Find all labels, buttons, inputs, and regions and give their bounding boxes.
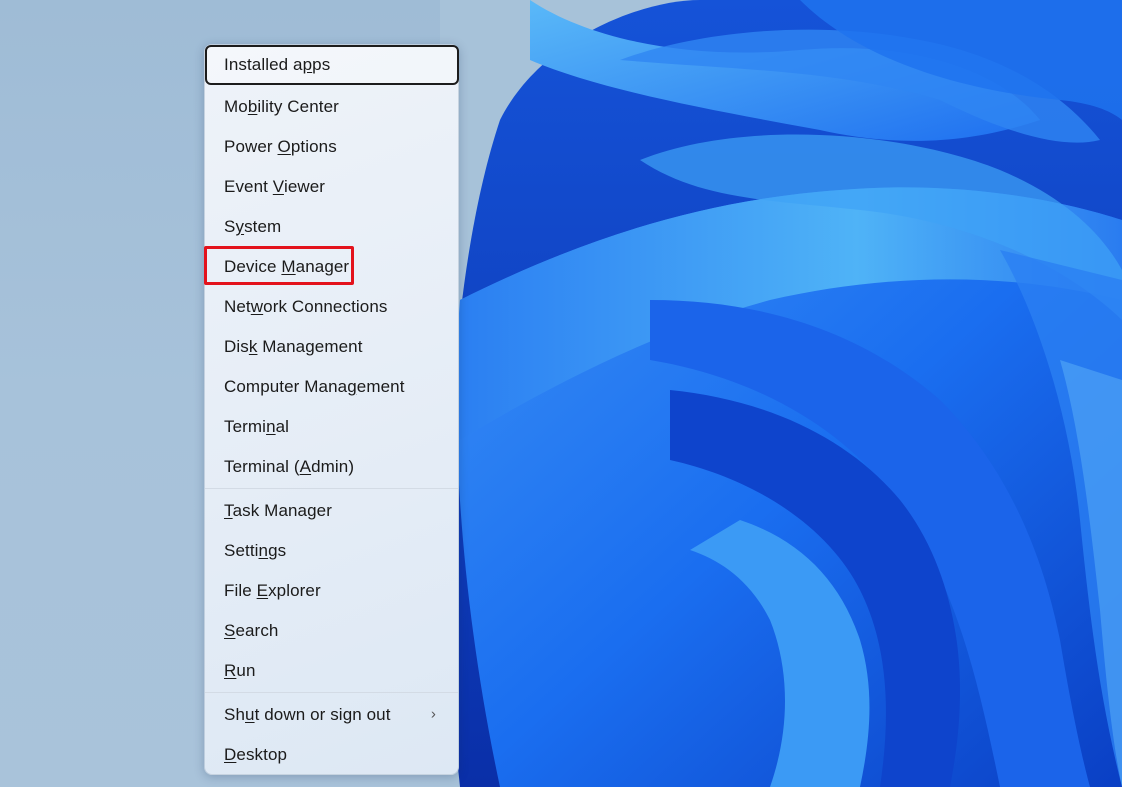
menu-item-label: Shut down or sign out	[224, 705, 391, 724]
menu-item-computer-management[interactable]: Computer Management	[209, 369, 454, 405]
access-key: V	[272, 177, 284, 196]
menu-item-event-viewer[interactable]: Event Viewer	[209, 169, 454, 205]
menu-item-device-manager[interactable]: Device Manager	[209, 249, 454, 285]
access-key: y	[235, 217, 245, 236]
menu-item-run[interactable]: Run	[209, 653, 454, 689]
chevron-right-icon: ›	[430, 705, 436, 723]
menu-item-power-options[interactable]: Power Options	[209, 129, 454, 165]
menu-item-search[interactable]: Search	[209, 613, 454, 649]
menu-item-label: Run	[224, 661, 256, 680]
menu-item-task-manager[interactable]: Task Manager	[209, 493, 454, 529]
access-key: D	[224, 745, 237, 764]
menu-item-label: Settings	[224, 541, 287, 560]
menu-item-label: File Explorer	[224, 581, 321, 600]
menu-item-label: Computer Management	[224, 377, 405, 396]
access-key: S	[224, 621, 236, 640]
menu-item-network-connections[interactable]: Network Connections	[209, 289, 454, 325]
menu-item-label: Device Manager	[224, 257, 350, 276]
menu-separator	[205, 692, 458, 693]
menu-item-system[interactable]: System	[209, 209, 454, 245]
menu-item-label: Terminal	[224, 417, 290, 436]
menu-item-label: Search	[224, 621, 279, 640]
access-key: R	[224, 661, 237, 680]
wallpaper-graphic	[440, 0, 1122, 787]
access-key: u	[245, 705, 255, 724]
menu-item-label: Terminal (Admin)	[224, 457, 355, 476]
menu-item-label: Network Connections	[224, 297, 388, 316]
menu-item-label: Task Manager	[224, 501, 332, 520]
access-key: k	[248, 337, 258, 356]
quick-link-menu: Installed apps Mobility Center Power Optio…	[204, 44, 459, 775]
menu-item-label: Event Viewer	[224, 177, 326, 196]
menu-item-label: Disk Management	[224, 337, 363, 356]
access-key: n	[266, 417, 276, 436]
menu-item-shut-down-or-sign-out[interactable]: Shut down or sign out ›	[209, 697, 454, 733]
menu-item-mobility-center[interactable]: Mobility Center	[209, 89, 454, 125]
menu-item-label: Power Options	[224, 137, 337, 156]
access-key: w	[250, 297, 264, 316]
menu-item-label: Desktop	[224, 745, 288, 764]
menu-item-installed-apps[interactable]: Installed apps	[205, 45, 459, 85]
menu-item-terminal-admin[interactable]: Terminal (Admin)	[209, 449, 454, 485]
access-key: E	[256, 581, 269, 600]
menu-item-disk-management[interactable]: Disk Management	[209, 329, 454, 365]
menu-item-settings[interactable]: Settings	[209, 533, 454, 569]
access-key: b	[247, 97, 258, 116]
access-key: T	[224, 501, 233, 520]
menu-item-label: Mobility Center	[224, 97, 339, 116]
wallpaper-bloom	[440, 0, 1122, 787]
menu-item-label: Installed apps	[224, 55, 331, 74]
menu-separator	[205, 488, 458, 489]
access-key: A	[299, 457, 312, 476]
menu-item-label: System	[224, 217, 282, 236]
access-key: p	[302, 55, 313, 74]
menu-item-desktop[interactable]: Desktop	[209, 737, 454, 773]
menu-item-file-explorer[interactable]: File Explorer	[209, 573, 454, 609]
menu-item-terminal[interactable]: Terminal	[209, 409, 454, 445]
access-key: O	[277, 137, 291, 156]
access-key: g	[347, 377, 357, 396]
access-key: n	[258, 541, 269, 560]
access-key: M	[281, 257, 296, 276]
